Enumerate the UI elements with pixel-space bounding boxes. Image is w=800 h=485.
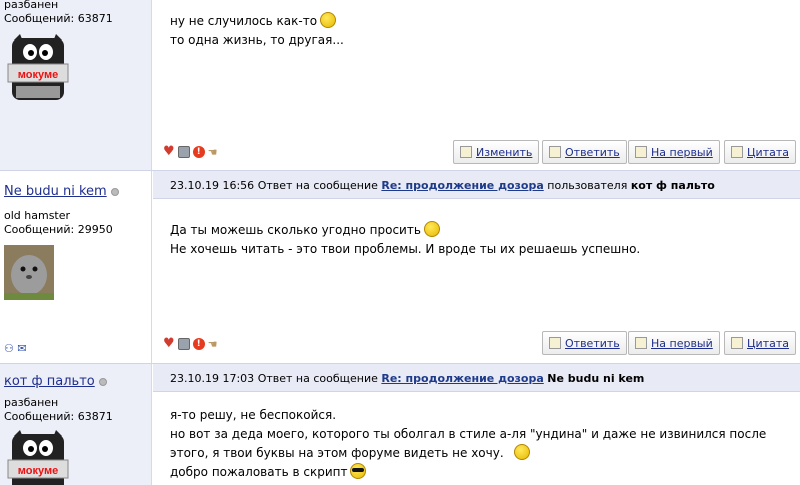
user-post-count: Сообщений: 63871 xyxy=(4,410,113,423)
post-body: Да ты можешь сколько угодно просить Не х… xyxy=(170,221,640,259)
parent-author: кот ф пальто xyxy=(630,179,715,192)
quote-button[interactable]: Цитата xyxy=(724,140,796,164)
user-post-count: Сообщений: 63871 xyxy=(4,12,113,25)
parent-author: Ne budu ni kem xyxy=(547,372,645,385)
offline-indicator-icon xyxy=(98,377,107,386)
user-status: old hamster xyxy=(4,209,71,222)
cool-smiley-icon xyxy=(350,463,367,479)
user-contact-icons: ⚇ ✉ xyxy=(4,342,27,355)
smiley-icon xyxy=(423,221,440,237)
avatar[interactable]: мокуме xyxy=(6,34,70,104)
quote-icon xyxy=(731,146,743,158)
post-actions-icons: ♥ ! ☚ xyxy=(163,145,218,159)
parent-post-link[interactable]: Re: продолжение дозора xyxy=(381,179,543,192)
post-body: ну не случилось как-то то одна жизнь, то… xyxy=(170,12,344,50)
reply-prefix: Ответ на сообщение xyxy=(257,372,378,385)
to-first-button[interactable]: На первый xyxy=(628,140,720,164)
quote-button[interactable]: Цитата xyxy=(724,331,796,355)
hand-icon[interactable]: ☚ xyxy=(208,146,218,159)
user-post-count: Сообщений: 29950 xyxy=(4,223,113,236)
alert-icon[interactable]: ! xyxy=(192,338,205,350)
first-icon xyxy=(635,146,647,158)
parent-post-link[interactable]: Re: продолжение дозора xyxy=(381,372,543,385)
post-2-main: 23.10.19 16:56 Ответ на сообщение Re: пр… xyxy=(153,171,800,363)
username-link[interactable]: Ne budu ni kem xyxy=(4,184,119,199)
post-1-main: ну не случилось как-то то одна жизнь, то… xyxy=(153,0,800,170)
alert-icon[interactable]: ! xyxy=(192,146,205,158)
mail-icon[interactable]: ✉ xyxy=(17,342,26,355)
post-line: добро пожаловать в скрипт xyxy=(170,465,348,479)
user-status: разбанен xyxy=(4,0,59,11)
reply-button[interactable]: Ответить xyxy=(542,331,627,355)
post-date: 23.10.19 16:56 xyxy=(170,179,255,192)
post-1-sidebar: разбанен Сообщений: 63871 мокуме xyxy=(0,0,152,170)
add-friend-icon[interactable]: ⚇ xyxy=(4,342,14,355)
reply-mid: пользователя xyxy=(547,179,628,192)
post-line: то одна жизнь, то другая... xyxy=(170,33,344,47)
post-2-sidebar: Ne budu ni kem old hamster Сообщений: 29… xyxy=(0,171,152,363)
smiley-icon xyxy=(320,12,337,28)
avatar[interactable]: мокуме xyxy=(6,430,70,485)
heart-icon[interactable]: ♥ xyxy=(163,337,175,350)
user-status: разбанен xyxy=(4,396,59,409)
post-line: этого, я твои буквы на этом форуме видет… xyxy=(170,446,504,460)
post-line: но вот за деда моего, которого ты оболга… xyxy=(170,427,767,441)
username-link[interactable]: кот ф пальто xyxy=(4,374,107,389)
post-2: Ne budu ni kem old hamster Сообщений: 29… xyxy=(0,170,800,363)
quote-icon xyxy=(731,337,743,349)
post-date: 23.10.19 17:03 xyxy=(170,372,255,385)
reply-prefix: Ответ на сообщение xyxy=(257,179,378,192)
hand-icon[interactable]: ☚ xyxy=(208,338,218,351)
printer-icon[interactable] xyxy=(177,146,190,158)
avatar[interactable] xyxy=(4,245,54,300)
post-actions-icons: ♥ ! ☚ xyxy=(163,337,218,351)
avatar-label: мокуме xyxy=(18,69,58,81)
post-1: разбанен Сообщений: 63871 мокуме ну не с… xyxy=(0,0,800,170)
edit-icon xyxy=(460,146,472,158)
reply-button[interactable]: Ответить xyxy=(542,140,627,164)
post-line: ну не случилось как-то xyxy=(170,14,318,28)
post-3-sidebar: кот ф пальто разбанен Сообщений: 63871 м… xyxy=(0,364,152,485)
post-line: Да ты можешь сколько угодно просить xyxy=(170,223,421,237)
smiley-icon xyxy=(513,444,530,460)
offline-indicator-icon xyxy=(110,187,119,196)
first-icon xyxy=(635,337,647,349)
avatar-label: мокуме xyxy=(18,465,58,477)
printer-icon[interactable] xyxy=(177,338,190,350)
post-body: я-то решу, не беспокойся. но вот за деда… xyxy=(170,406,766,482)
post-line: Не хочешь читать - это твои проблемы. И … xyxy=(170,242,641,256)
post-header: 23.10.19 17:03 Ответ на сообщение Re: пр… xyxy=(153,364,800,392)
post-3: кот ф пальто разбанен Сообщений: 63871 м… xyxy=(0,363,800,485)
heart-icon[interactable]: ♥ xyxy=(163,145,175,158)
post-line: я-то решу, не беспокойся. xyxy=(170,408,337,422)
forum-thread: разбанен Сообщений: 63871 мокуме ну не с… xyxy=(0,0,800,485)
reply-icon xyxy=(549,146,561,158)
edit-button[interactable]: Изменить xyxy=(453,140,540,164)
post-header: 23.10.19 16:56 Ответ на сообщение Re: пр… xyxy=(153,171,800,199)
post-3-main: 23.10.19 17:03 Ответ на сообщение Re: пр… xyxy=(153,364,800,485)
reply-icon xyxy=(549,337,561,349)
to-first-button[interactable]: На первый xyxy=(628,331,720,355)
